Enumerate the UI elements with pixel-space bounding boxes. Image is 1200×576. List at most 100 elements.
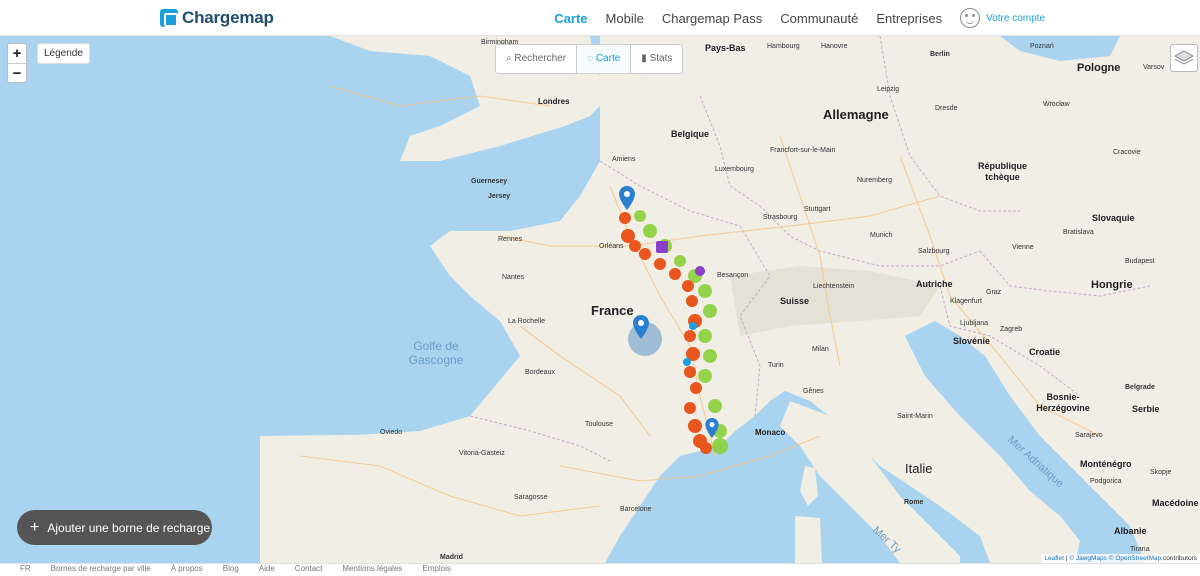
- tab-label: Rechercher: [514, 53, 567, 64]
- map-label-city: Orléans: [599, 243, 624, 250]
- map-label-city: Luxembourg: [715, 166, 754, 173]
- map-label-city: Monaco: [755, 428, 786, 437]
- map-label-city: Londres: [538, 97, 570, 106]
- map-marker-icon: ◌: [587, 53, 594, 64]
- map-label-city: Nantes: [502, 274, 525, 281]
- map-label-country: Belgique: [671, 129, 710, 139]
- footer-link[interactable]: À propos: [171, 564, 203, 573]
- map-label-city: Turin: [768, 362, 784, 369]
- tab-label: Carte: [595, 53, 621, 64]
- footer-link[interactable]: Blog: [223, 564, 239, 573]
- location-pin-icon[interactable]: [619, 186, 635, 210]
- footer-link[interactable]: Emplois: [422, 564, 450, 573]
- map-label-city: Poznań: [1030, 43, 1054, 50]
- map-label-country: Bosnie-Herzégovine: [1036, 392, 1090, 413]
- map-label-city: Saragosse: [514, 494, 548, 501]
- map-background: [0, 36, 1200, 563]
- legend-button[interactable]: Légende: [37, 43, 90, 64]
- map-label-country: Macédoine du: [1152, 498, 1200, 508]
- nav-chargemap-pass[interactable]: Chargemap Pass: [662, 11, 762, 26]
- map-label-country: Allemagne: [823, 107, 889, 122]
- map-label-city: Graz: [986, 289, 1002, 296]
- osm-link[interactable]: © OpenStreetMap: [1109, 555, 1161, 562]
- footer-link[interactable]: Aide: [259, 564, 275, 573]
- plug-icon: [160, 9, 178, 27]
- main-nav: Carte Mobile Chargemap Pass Communauté E…: [545, 0, 1200, 36]
- tab-stats[interactable]: ▮ Stats: [630, 45, 682, 73]
- zoom-in-button[interactable]: +: [8, 44, 26, 63]
- tab-carte[interactable]: ◌ Carte: [576, 45, 631, 73]
- map-label-city: Barcelone: [620, 506, 652, 513]
- map-label-city: Rennes: [498, 236, 523, 243]
- map-label-city: Rome: [904, 499, 924, 506]
- map-label-city: Vienne: [1012, 244, 1034, 251]
- location-pin-icon[interactable]: [705, 418, 719, 438]
- add-station-label: Ajouter une borne de recharge: [47, 520, 211, 535]
- map-label-city: Jersey: [488, 193, 511, 200]
- map-label-city: Hanovre: [821, 43, 848, 50]
- footer-link[interactable]: Bornes de recharge par ville: [51, 564, 151, 573]
- map-label-city: Gênes: [803, 388, 824, 395]
- map-label-sea: Golfe de Gascogne: [408, 339, 464, 367]
- map-label-city: Vitoria-Gasteiz: [459, 450, 505, 457]
- map-label-country: Serbie: [1132, 404, 1160, 414]
- chargemap-logo[interactable]: Chargemap: [160, 8, 274, 28]
- map-label-country: Slovaquie: [1092, 213, 1135, 223]
- map-label-city: Madrid: [440, 554, 463, 561]
- add-station-button[interactable]: + Ajouter une borne de recharge: [17, 510, 212, 545]
- nav-mobile[interactable]: Mobile: [606, 11, 644, 26]
- map-label-country: Italie: [905, 461, 933, 476]
- map-label-country: Hongrie: [1091, 279, 1133, 291]
- map-label-city: Berlin: [930, 51, 950, 58]
- map-label-city: Amiens: [612, 156, 636, 163]
- map-label-city: Zagreb: [1000, 326, 1023, 333]
- jawg-link[interactable]: © JawgMaps: [1069, 555, 1107, 562]
- map-label-city: Besançon: [717, 272, 749, 279]
- map-canvas[interactable]: France Allemagne Pologne Italie Belgique…: [0, 36, 1200, 563]
- map-label-city: Toulouse: [585, 421, 614, 428]
- map-label-country: Pays-Bas: [705, 43, 746, 53]
- user-smiley-icon: [960, 8, 981, 28]
- app-name: Chargemap: [182, 8, 274, 27]
- tab-rechercher[interactable]: ⌕ Rechercher: [496, 45, 576, 73]
- map-label-city: Skopje: [1150, 469, 1172, 476]
- leaflet-link[interactable]: Leaflet: [1044, 555, 1064, 562]
- nav-carte[interactable]: Carte: [554, 11, 587, 26]
- account-link[interactable]: Votre compte: [960, 8, 1045, 28]
- map-label-city: Dresde: [935, 105, 958, 112]
- bar-chart-icon: ▮: [641, 53, 647, 64]
- map-label-city: Stuttgart: [804, 206, 831, 213]
- location-pin-icon[interactable]: [633, 315, 649, 339]
- map-label-country: Autriche: [916, 279, 953, 289]
- map-label-city: Liechtenstein: [813, 283, 855, 290]
- map-label-city: Oviedo: [380, 429, 403, 436]
- map-label-city: Belgrade: [1125, 384, 1155, 391]
- map-label-city: Sarajevo: [1075, 432, 1103, 439]
- map-label-country: France: [591, 303, 634, 318]
- footer-link[interactable]: Mentions légales: [342, 564, 402, 573]
- nav-communaute[interactable]: Communauté: [780, 11, 858, 26]
- nav-entreprises[interactable]: Entreprises: [876, 11, 942, 26]
- map-label-country: Suisse: [780, 296, 810, 306]
- map-label-country: Pologne: [1077, 62, 1121, 74]
- map-label-city: Nuremberg: [857, 177, 893, 184]
- zoom-out-button[interactable]: −: [8, 63, 26, 82]
- map-label-city: Bordeaux: [525, 369, 555, 376]
- map-label-city: La Rochelle: [508, 318, 545, 325]
- map-label-country: Monténégro: [1080, 459, 1132, 469]
- footer-link[interactable]: Contact: [295, 564, 323, 573]
- map-label-city: Strasbourg: [763, 214, 798, 221]
- map-label-city: Hambourg: [767, 43, 800, 50]
- map-label-city: Ljubljana: [960, 320, 989, 327]
- footer-language[interactable]: FR: [20, 564, 31, 573]
- map-label-city: Klagenfurt: [950, 298, 982, 305]
- map-label-city: Cracovie: [1113, 149, 1141, 156]
- map-label-city: Munich: [870, 232, 893, 239]
- layers-button[interactable]: [1170, 44, 1198, 72]
- map-label-city: Milan: [812, 346, 829, 353]
- plus-icon: +: [30, 518, 40, 536]
- map-label-city: Tirana: [1130, 546, 1150, 553]
- layers-icon: [1173, 50, 1195, 65]
- map-label-country: Slovénie: [953, 336, 991, 346]
- footer: FR Bornes de recharge par ville À propos…: [0, 563, 1200, 576]
